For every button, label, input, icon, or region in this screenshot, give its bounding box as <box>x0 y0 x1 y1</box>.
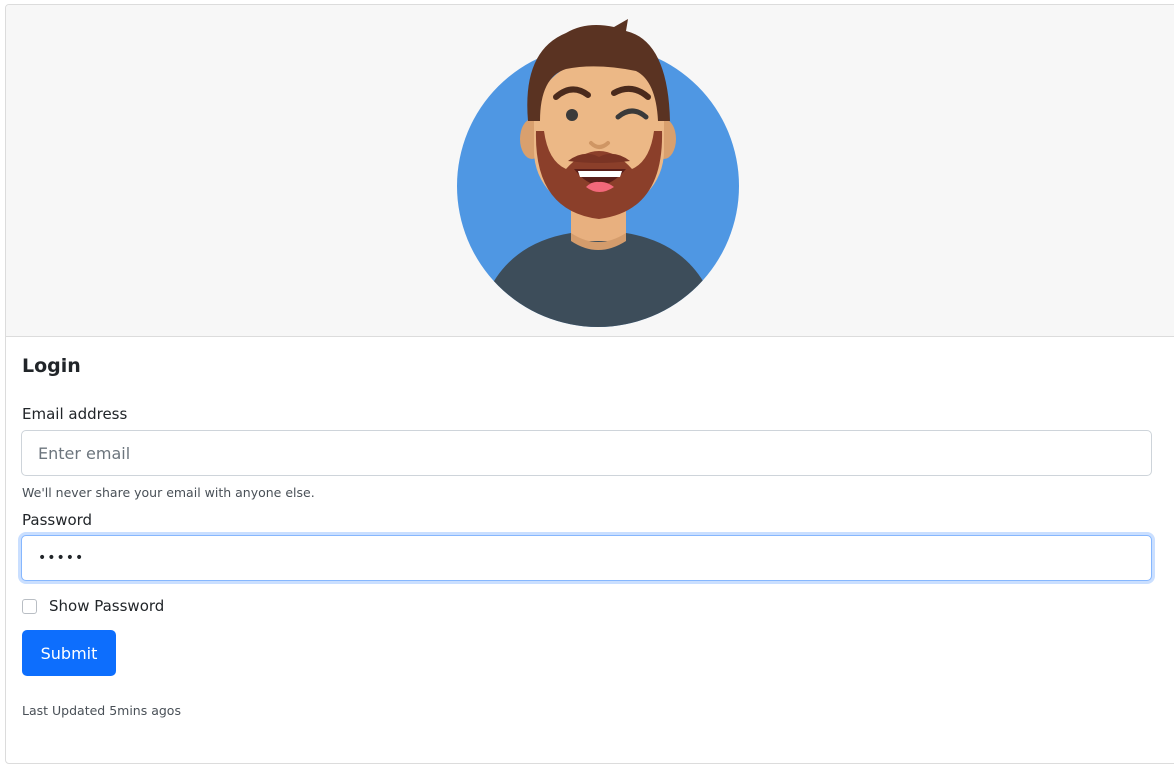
email-help-text: We'll never share your email with anyone… <box>22 485 315 500</box>
show-password-label[interactable]: Show Password <box>49 596 164 616</box>
login-card <box>5 4 1174 764</box>
submit-button[interactable]: Submit <box>22 630 116 676</box>
winking-bearded-man-avatar-icon <box>457 19 739 327</box>
card-image-header <box>6 5 1174 337</box>
password-input[interactable] <box>21 535 1152 581</box>
avatar <box>436 11 756 331</box>
email-label: Email address <box>22 405 128 423</box>
last-updated-text: Last Updated 5mins agos <box>22 703 181 718</box>
password-label: Password <box>22 511 93 529</box>
email-input[interactable] <box>21 430 1152 476</box>
show-password-checkbox[interactable] <box>22 598 37 614</box>
show-password-row[interactable]: Show Password <box>22 596 164 616</box>
login-title: Login <box>22 355 81 377</box>
